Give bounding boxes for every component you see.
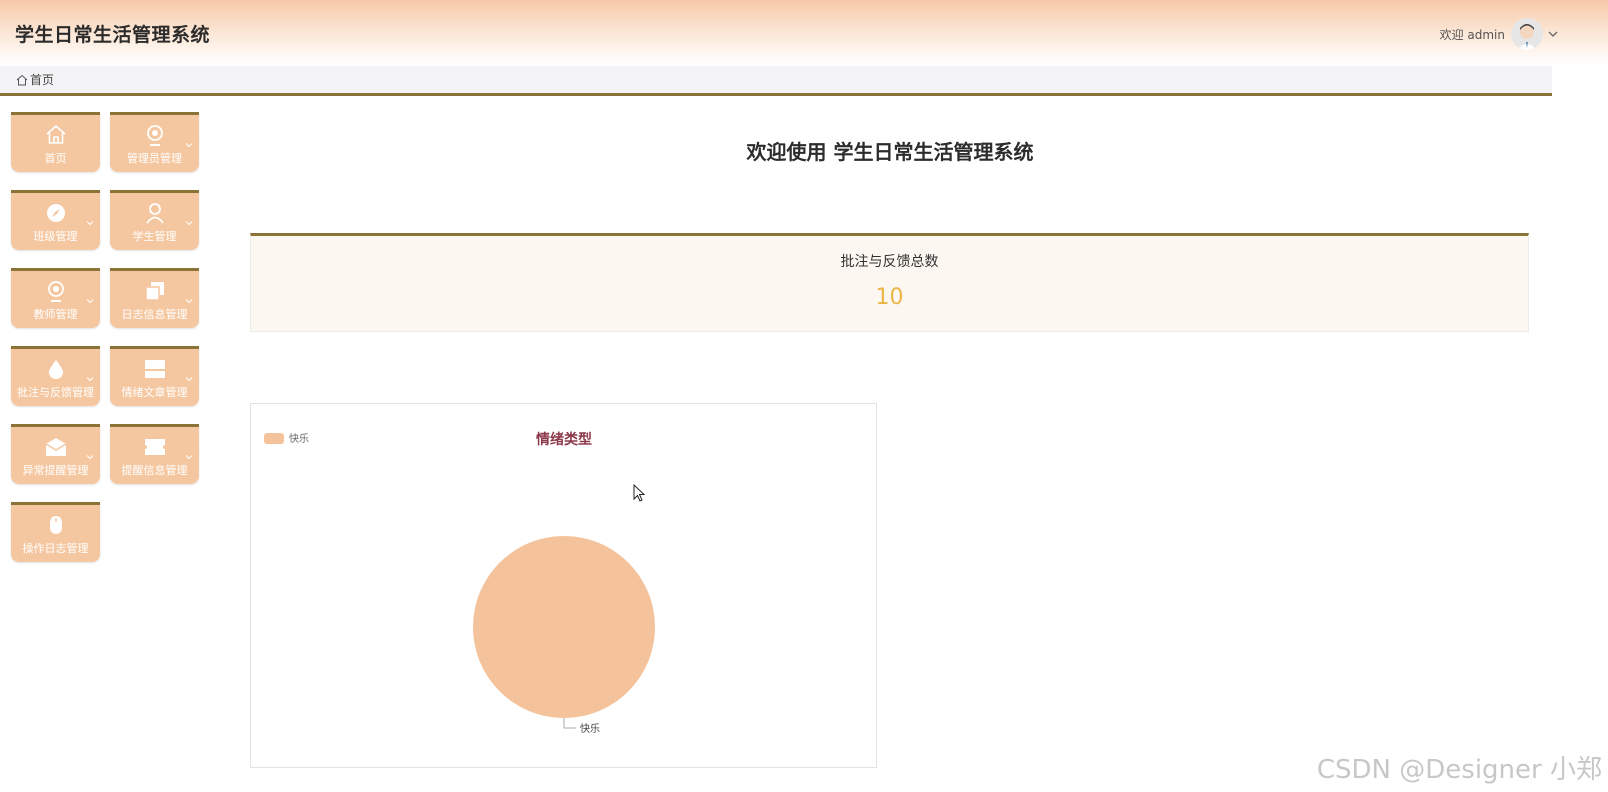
sidebar-item-label: 批注与反馈管理	[17, 386, 94, 399]
sidebar-item-label: 操作日志管理	[22, 542, 89, 555]
drop-icon	[45, 358, 67, 380]
pie-slice[interactable]	[473, 536, 655, 718]
sidebar-item-label: 首页	[44, 152, 67, 165]
sidebar-item-annotation-feedback-management[interactable]: 批注与反馈管理	[11, 346, 100, 406]
chevron-down-icon	[86, 377, 94, 382]
sidebar-item-label: 学生管理	[132, 230, 177, 243]
slice-label: 快乐	[580, 723, 600, 735]
breadcrumb: 首页	[0, 66, 1552, 96]
stat-card: 批注与反馈总数 10	[250, 233, 1529, 332]
sidebar-item-log-management[interactable]: 日志信息管理	[110, 268, 199, 328]
compass-icon	[45, 202, 67, 224]
mouse-icon	[45, 514, 67, 536]
app-title: 学生日常生活管理系统	[15, 24, 211, 46]
pie-chart: 快乐 情绪类型快乐	[264, 431, 655, 735]
copy-icon	[144, 280, 166, 302]
mail-icon	[45, 436, 67, 458]
user-menu[interactable]: 欢迎 admin	[1440, 18, 1560, 50]
chevron-down-icon	[185, 299, 193, 304]
breadcrumb-home-link[interactable]: 首页	[30, 71, 54, 88]
person-icon	[144, 202, 166, 224]
sidebar-item-label: 教师管理	[33, 308, 78, 321]
app-root: 学生日常生活管理系统 欢迎 admin 首页 首页 管理员管理 班级管理 学生管…	[0, 0, 1608, 792]
chevron-down-icon	[185, 221, 193, 226]
admin-icon	[144, 124, 166, 146]
sidebar-item-label: 情绪文章管理	[121, 386, 188, 399]
legend-swatch[interactable]	[264, 433, 284, 444]
chevron-down-icon	[185, 377, 193, 382]
sidebar-item-label: 提醒信息管理	[121, 464, 188, 477]
home-icon[interactable]	[16, 74, 28, 86]
welcome-text: 欢迎 admin	[1439, 27, 1505, 42]
sidebar-item-admin-management[interactable]: 管理员管理	[110, 112, 199, 172]
chart-title: 情绪类型	[536, 431, 592, 448]
chevron-down-icon	[86, 221, 94, 226]
stat-value: 10	[875, 285, 904, 310]
sidebar-item-label: 日志信息管理	[121, 308, 188, 321]
layout-icon	[144, 358, 166, 380]
chevron-down-icon	[86, 299, 94, 304]
legend-label[interactable]: 快乐	[289, 433, 309, 445]
slice-leader-line	[563, 718, 576, 729]
ticket-icon	[144, 436, 166, 458]
sidebar-item-operation-log-management[interactable]: 操作日志管理	[11, 502, 100, 562]
sidebar-item-reminder-management[interactable]: 提醒信息管理	[110, 424, 199, 484]
sidebar-item-label: 异常提醒管理	[22, 464, 89, 477]
sidebar-item-class-management[interactable]: 班级管理	[11, 190, 100, 250]
sidebar-item-label: 管理员管理	[127, 152, 182, 165]
sidebar-item-label: 班级管理	[33, 230, 78, 243]
stat-label: 批注与反馈总数	[840, 254, 939, 270]
sidebar-item-emotion-article-management[interactable]: 情绪文章管理	[110, 346, 199, 406]
home-icon	[45, 124, 67, 146]
pie-chart-card: 快乐 情绪类型 快乐	[250, 403, 877, 768]
chevron-down-icon	[86, 455, 94, 460]
chevron-down-icon	[185, 143, 193, 148]
chevron-down-icon[interactable]	[1546, 27, 1560, 41]
mouse-cursor-icon	[633, 484, 646, 502]
teacher-icon	[45, 280, 67, 302]
chevron-down-icon	[185, 455, 193, 460]
sidebar-item-home[interactable]: 首页	[11, 112, 100, 172]
watermark: CSDN @Designer 小郑	[1316, 755, 1602, 785]
page-title: 欢迎使用 学生日常生活管理系统	[746, 140, 1034, 164]
user-avatar-icon[interactable]	[1511, 18, 1543, 50]
sidebar-item-anomaly-alert-management[interactable]: 异常提醒管理	[11, 424, 100, 484]
top-header: 学生日常生活管理系统 欢迎 admin	[0, 0, 1608, 64]
sidebar-item-teacher-management[interactable]: 教师管理	[11, 268, 100, 328]
sidebar-item-student-management[interactable]: 学生管理	[110, 190, 199, 250]
